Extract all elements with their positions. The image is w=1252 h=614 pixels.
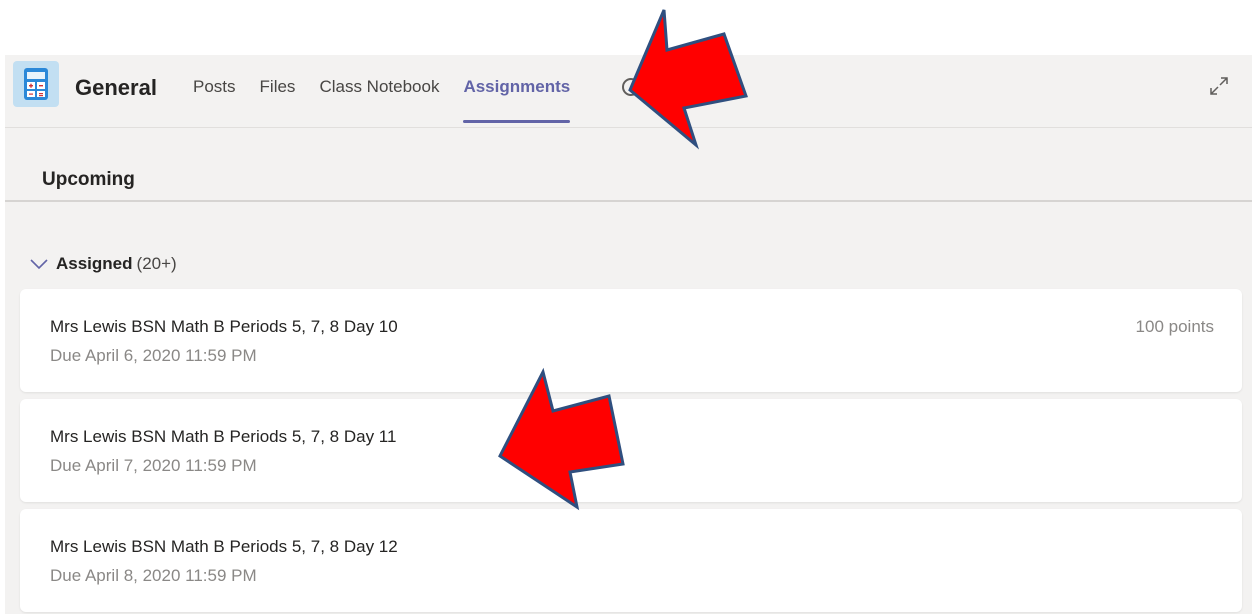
assignment-title: Mrs Lewis BSN Math B Periods 5, 7, 8 Day… <box>50 317 398 336</box>
tab-assignments[interactable]: Assignments <box>463 77 570 125</box>
expand-icon[interactable] <box>1208 75 1230 102</box>
assignment-card[interactable]: Mrs Lewis BSN Math B Periods 5, 7, 8 Day… <box>20 399 1242 502</box>
assignment-due-date: Due April 6, 2020 11:59 PM <box>50 346 257 365</box>
assignment-title: Mrs Lewis BSN Math B Periods 5, 7, 8 Day… <box>50 427 397 446</box>
tab-posts[interactable]: Posts <box>193 77 236 125</box>
tab-class-notebook[interactable]: Class Notebook <box>319 77 439 125</box>
assignment-title: Mrs Lewis BSN Math B Periods 5, 7, 8 Day… <box>50 537 398 556</box>
chevron-down-icon <box>30 259 48 270</box>
assignment-due-date: Due April 8, 2020 11:59 PM <box>50 566 257 585</box>
partially-hidden-tab-icon[interactable] <box>622 78 640 96</box>
teams-channel-view: General Posts Files Class Notebook Assig… <box>5 55 1252 614</box>
assignment-card[interactable]: Mrs Lewis BSN Math B Periods 5, 7, 8 Day… <box>20 289 1242 392</box>
assigned-group-toggle[interactable]: Assigned (20+) <box>30 254 177 274</box>
assignment-due-date: Due April 7, 2020 11:59 PM <box>50 456 257 475</box>
channel-header: General Posts Files Class Notebook Assig… <box>5 55 1252 128</box>
upcoming-section: Upcoming <box>5 129 1252 202</box>
tab-files[interactable]: Files <box>260 77 296 125</box>
assigned-group-label: Assigned <box>56 254 133 273</box>
screenshot: General Posts Files Class Notebook Assig… <box>0 0 1252 614</box>
channel-tabs: Posts Files Class Notebook Assignments <box>193 77 594 125</box>
upcoming-label: Upcoming <box>42 169 135 190</box>
assigned-group-count: (20+) <box>136 254 177 273</box>
calculator-icon[interactable] <box>13 61 59 107</box>
channel-title: General <box>75 75 157 100</box>
assignment-card[interactable]: Mrs Lewis BSN Math B Periods 5, 7, 8 Day… <box>20 509 1242 612</box>
assignment-points: 100 points <box>1135 317 1214 336</box>
